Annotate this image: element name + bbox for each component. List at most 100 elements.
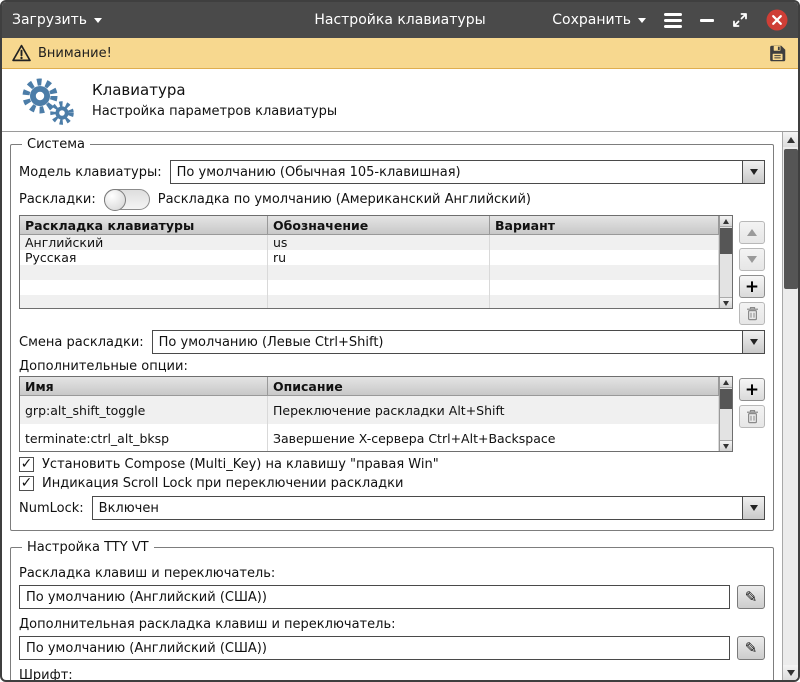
- scrollbar: [782, 132, 798, 680]
- tty-extra-layout-label: Дополнительная раскладка клавиш и перекл…: [19, 617, 396, 632]
- cell-layout-code: us: [268, 235, 490, 250]
- cell-option-name: grp:alt_shift_toggle: [20, 396, 268, 424]
- load-button[interactable]: Загрузить: [12, 12, 103, 28]
- toggle-knob-icon: [103, 189, 126, 211]
- compose-checkbox[interactable]: ✓: [19, 457, 34, 472]
- keyboard-model-label: Модель клавиатуры:: [19, 164, 162, 180]
- arrow-up-icon: [786, 136, 795, 143]
- warning-icon: [12, 44, 31, 62]
- system-section-legend: Система: [27, 137, 86, 152]
- column-header-description: Описание: [268, 377, 719, 395]
- add-layout-button[interactable]: +: [739, 275, 765, 298]
- hamburger-icon: [664, 12, 682, 28]
- tty-layout-field[interactable]: По умолчанию (Английский (США)): [19, 585, 730, 609]
- settings-form: Система Модель клавиатуры: По умолчанию …: [2, 132, 782, 680]
- arrow-down-icon: [786, 669, 795, 676]
- chevron-down-icon: [749, 505, 758, 511]
- layouts-table: Раскладка клавиатуры Обозначение Вариант…: [19, 215, 733, 309]
- tty-layout-label: Раскладка клавиш и переключатель:: [19, 566, 276, 581]
- numlock-value: Включен: [98, 500, 159, 516]
- add-option-button[interactable]: +: [739, 378, 765, 401]
- check-icon: ✓: [20, 455, 33, 472]
- numlock-label: NumLock:: [19, 500, 84, 516]
- layouts-toggle[interactable]: [103, 189, 150, 211]
- scrollbar-thumb[interactable]: [720, 389, 732, 409]
- cell-layout-name: Русская: [20, 250, 268, 265]
- scroll-down-button[interactable]: [720, 297, 732, 308]
- tty-section-legend: Настройка TTY VT: [27, 540, 149, 555]
- combo-drop-button[interactable]: [742, 161, 764, 183]
- titlebar: Загрузить Настройка клавиатуры Сохранить: [2, 2, 798, 38]
- compose-checkbox-label: Установить Compose (Multi_Key) на клавиш…: [42, 457, 439, 472]
- gears-icon: [22, 78, 74, 125]
- combo-drop-button[interactable]: [742, 497, 764, 519]
- delete-option-button[interactable]: [739, 405, 765, 428]
- warning-bar: Внимание!: [2, 38, 798, 69]
- save-button[interactable]: Сохранить: [552, 12, 646, 28]
- scroll-up-button[interactable]: [783, 132, 798, 147]
- table-row[interactable]: grp:alt_shift_toggle Переключение раскла…: [20, 396, 719, 424]
- cell-option-description: Переключение раскладки Alt+Shift: [268, 396, 719, 424]
- warning-text: Внимание!: [38, 45, 112, 61]
- edit-tty-layout-button[interactable]: ✎: [737, 585, 765, 609]
- minimize-icon: [700, 18, 714, 22]
- menu-button[interactable]: [664, 12, 682, 28]
- tty-extra-layout-field[interactable]: По умолчанию (Английский (США)): [19, 636, 730, 660]
- close-icon: [766, 9, 788, 31]
- arrow-up-icon: [723, 379, 729, 385]
- expand-button[interactable]: [732, 12, 748, 28]
- table-row[interactable]: Английский us: [20, 235, 719, 250]
- chevron-down-icon: [749, 169, 758, 175]
- arrow-down-icon: [723, 443, 729, 449]
- scroll-up-button[interactable]: [720, 377, 732, 388]
- expand-icon: [733, 13, 747, 27]
- close-button[interactable]: [766, 9, 788, 31]
- arrow-up-icon: [723, 218, 729, 224]
- chevron-down-icon: [749, 339, 758, 345]
- arrow-up-icon: [747, 229, 757, 236]
- page-title: Клавиатура: [92, 81, 186, 99]
- scrollbar-thumb[interactable]: [783, 149, 798, 289]
- scroll-up-button[interactable]: [720, 216, 732, 227]
- options-table-scrollbar[interactable]: [719, 377, 732, 451]
- scrolllock-checkbox[interactable]: ✓: [19, 476, 34, 491]
- layouts-table-scrollbar[interactable]: [719, 216, 732, 308]
- layouts-toggle-text: Раскладка по умолчанию (Американский Анг…: [157, 192, 532, 207]
- table-row[interactable]: Русская ru: [20, 250, 719, 265]
- table-row[interactable]: terminate:ctrl_alt_bksp Завершение X-сер…: [20, 424, 719, 451]
- minimize-button[interactable]: [700, 18, 714, 22]
- save-button-label: Сохранить: [552, 12, 631, 28]
- cell-layout-name: Английский: [20, 235, 268, 250]
- move-down-button[interactable]: [739, 248, 765, 271]
- layout-switch-select[interactable]: По умолчанию (Левые Ctrl+Shift): [151, 330, 765, 354]
- page-header: Клавиатура Настройка параметров клавиату…: [2, 69, 798, 132]
- cell-option-name: terminate:ctrl_alt_bksp: [20, 424, 268, 451]
- scrollbar-thumb[interactable]: [720, 228, 732, 254]
- cell-layout-variant: [490, 235, 719, 250]
- scroll-down-button[interactable]: [783, 665, 798, 680]
- page-subtitle: Настройка параметров клавиатуры: [92, 104, 338, 119]
- layouts-table-header: Раскладка клавиатуры Обозначение Вариант: [20, 216, 719, 235]
- plus-icon: +: [744, 379, 760, 400]
- combo-drop-button[interactable]: [742, 331, 764, 353]
- column-header-variant: Вариант: [490, 216, 719, 234]
- move-up-button[interactable]: [739, 221, 765, 244]
- chevron-down-icon: [638, 17, 646, 23]
- options-table: Имя Описание grp:alt_shift_toggle Перекл…: [19, 376, 733, 452]
- save-file-button[interactable]: [767, 43, 788, 64]
- edit-tty-extra-layout-button[interactable]: ✎: [737, 636, 765, 660]
- system-section: Система Модель клавиатуры: По умолчанию …: [10, 137, 774, 531]
- scroll-down-button[interactable]: [720, 440, 732, 451]
- pencil-icon: ✎: [744, 639, 758, 657]
- content-area: Система Модель клавиатуры: По умолчанию …: [2, 132, 798, 680]
- numlock-select[interactable]: Включен: [91, 496, 765, 520]
- check-icon: ✓: [20, 474, 33, 491]
- floppy-icon: [770, 45, 786, 61]
- tty-section: Настройка TTY VT Раскладка клавиш и пере…: [10, 540, 774, 680]
- keyboard-model-select[interactable]: По умолчанию (Обычная 105-клавишная): [169, 160, 765, 184]
- column-header-layout: Раскладка клавиатуры: [20, 216, 268, 234]
- column-header-name: Имя: [20, 377, 268, 395]
- cell-layout-variant: [490, 250, 719, 265]
- delete-layout-button[interactable]: [739, 302, 765, 325]
- extra-options-label: Дополнительные опции:: [19, 359, 188, 374]
